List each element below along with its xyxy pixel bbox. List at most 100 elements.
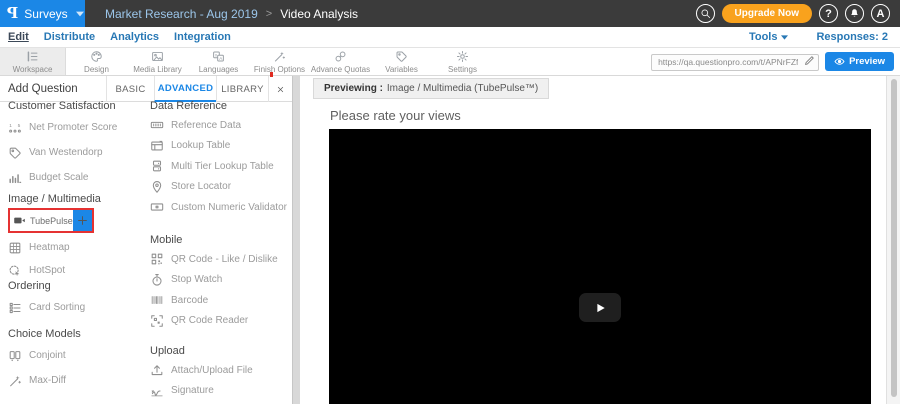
tab-distribute[interactable]: Distribute — [44, 31, 95, 43]
section-upload: Upload Attach/Upload File Signature — [150, 345, 295, 401]
toolbar-item-label: Finish Options — [254, 65, 305, 74]
question-type-attach-upload-file[interactable]: Attach/Upload File — [150, 360, 295, 381]
section-heading: Data Reference — [150, 100, 295, 112]
question-type-reference-data[interactable]: Reference Data — [150, 115, 295, 136]
question-type-barcode[interactable]: Barcode — [150, 290, 295, 311]
tab-integration[interactable]: Integration — [174, 31, 231, 43]
tag-icon — [395, 50, 408, 63]
workspace-icon — [26, 50, 39, 63]
wand-icon — [8, 374, 22, 388]
surveys-product-menu[interactable]: P Surveys — [0, 0, 85, 27]
question-type-net-promoter-score[interactable]: 15 Net Promoter Score — [8, 115, 148, 140]
question-type-label: Conjoint — [29, 350, 66, 361]
preview-button[interactable]: Preview — [825, 52, 894, 71]
search-button[interactable] — [696, 4, 715, 23]
question-type-label: Lookup Table — [171, 140, 230, 151]
previewing-question-type: Image / Multimedia (TubePulse™) — [387, 83, 538, 94]
toolbar-item-media-library[interactable]: Media Library — [127, 48, 188, 75]
toolbar-item-design[interactable]: Design — [66, 48, 127, 75]
toolbar-item-workspace[interactable]: Workspace — [0, 48, 66, 75]
page-scrollbar[interactable] — [886, 76, 900, 404]
video-camera-icon — [13, 214, 26, 227]
topbar: P Surveys Market Research - Aug 2019 > V… — [0, 0, 900, 27]
question-type-multi-tier-lookup-table[interactable]: Multi Tier Lookup Table — [150, 156, 295, 177]
question-type-lookup-table[interactable]: Lookup Table — [150, 136, 295, 157]
toolbar-item-advance-quotas[interactable]: Advance Quotas — [310, 48, 371, 75]
question-type-label: Van Westendorp — [29, 147, 103, 158]
question-type-budget-scale[interactable]: Budget Scale — [8, 165, 148, 190]
question-type-qr-code-reader[interactable]: QR Code Reader — [150, 311, 295, 332]
question-type-custom-numeric-validator[interactable]: Custom Numeric Validator — [150, 197, 295, 218]
chevron-down-icon — [781, 35, 788, 40]
toolbar-item-variables[interactable]: Variables — [371, 48, 432, 75]
question-type-store-locator[interactable]: Store Locator — [150, 177, 295, 198]
toolbar-item-label: Workspace — [13, 65, 53, 74]
section-heading: Ordering — [8, 280, 148, 292]
question-type-van-westendorp[interactable]: Van Westendorp — [8, 140, 148, 165]
signature-icon — [150, 384, 164, 398]
upload-icon — [150, 363, 164, 377]
tab-library[interactable]: LIBRARY — [216, 76, 268, 102]
question-type-qr-code-like-dislike[interactable]: QR Code - Like / Dislike — [150, 249, 295, 270]
question-type-label: Net Promoter Score — [29, 122, 117, 133]
breadcrumb: Market Research - Aug 2019 > Video Analy… — [85, 7, 696, 21]
question-type-label: QR Code Reader — [171, 315, 248, 326]
edit-url-pencil-icon[interactable] — [804, 55, 815, 66]
toolbar-item-finish-options[interactable]: Finish Options — [249, 48, 310, 75]
tab-analytics[interactable]: Analytics — [110, 31, 159, 43]
toolbar-item-label: Languages — [199, 65, 239, 74]
play-button[interactable] — [579, 293, 621, 322]
question-type-hotspot[interactable]: HotSpot — [8, 259, 148, 282]
search-icon — [700, 8, 711, 19]
tag-icon — [8, 146, 22, 160]
avatar[interactable]: A — [871, 4, 890, 23]
qr-reader-icon — [150, 314, 164, 328]
question-type-signature[interactable]: Signature — [150, 381, 295, 402]
survey-url-input[interactable] — [651, 54, 819, 71]
question-type-label: Max-Diff — [29, 375, 66, 386]
section-heading: Customer Satisfaction — [8, 100, 148, 112]
video-player[interactable] — [329, 129, 871, 404]
product-name: Surveys — [24, 7, 67, 21]
tab-advanced[interactable]: ADVANCED — [154, 76, 216, 102]
scrollbar-thumb[interactable] — [891, 79, 897, 397]
eye-icon — [834, 56, 845, 67]
section-data-reference: Data Reference Reference Data Lookup Tab… — [150, 100, 295, 218]
toolbar-item-settings[interactable]: Settings — [432, 48, 493, 75]
question-type-label: Attach/Upload File — [171, 365, 253, 376]
bar-chart-icon — [8, 171, 22, 185]
question-type-label: QR Code - Like / Dislike — [171, 254, 278, 265]
question-type-conjoint[interactable]: Conjoint — [8, 343, 148, 368]
question-type-label: Signature — [171, 385, 214, 396]
nps-scale-icon: 15 — [8, 121, 22, 135]
add-question-panel: Add Question BASIC ADVANCED LIBRARY Cust… — [0, 76, 292, 404]
add-question-tabs: BASIC ADVANCED LIBRARY — [106, 76, 292, 102]
close-panel-button[interactable] — [268, 76, 292, 102]
help-button[interactable]: ? — [819, 4, 838, 23]
question-type-heatmap[interactable]: Heatmap — [8, 236, 148, 259]
toolbar-item-languages[interactable]: xA Languages — [188, 48, 249, 75]
notifications-button[interactable] — [845, 4, 864, 23]
responses-count[interactable]: Responses: 2 — [816, 31, 888, 43]
question-type-label: Barcode — [171, 295, 208, 306]
upgrade-now-button[interactable]: Upgrade Now — [722, 4, 812, 23]
tools-menu[interactable]: Tools — [749, 31, 789, 43]
question-type-card-sorting[interactable]: Card Sorting — [8, 295, 148, 320]
palette-icon — [90, 50, 103, 63]
tab-basic[interactable]: BASIC — [106, 76, 154, 102]
panel-scrollbar[interactable] — [292, 76, 300, 404]
red-tick-marker — [270, 72, 273, 77]
question-type-max-diff[interactable]: Max-Diff — [8, 368, 148, 393]
question-type-stop-watch[interactable]: Stop Watch — [150, 270, 295, 291]
reference-data-icon — [150, 118, 164, 132]
add-tubepulse-question-button[interactable] — [73, 210, 92, 231]
question-type-tubepulse-selected[interactable]: TubePulse™ — [8, 208, 94, 233]
tab-edit[interactable]: Edit — [8, 31, 29, 43]
question-text: Please rate your views — [330, 108, 461, 123]
numeric-validator-icon — [150, 200, 164, 214]
breadcrumb-survey-name[interactable]: Market Research - Aug 2019 — [105, 7, 258, 21]
heatmap-grid-icon — [8, 241, 22, 255]
section-ordering: Ordering Card Sorting — [8, 280, 148, 320]
play-icon — [593, 301, 607, 315]
topbar-actions: Upgrade Now ? A — [696, 4, 900, 23]
